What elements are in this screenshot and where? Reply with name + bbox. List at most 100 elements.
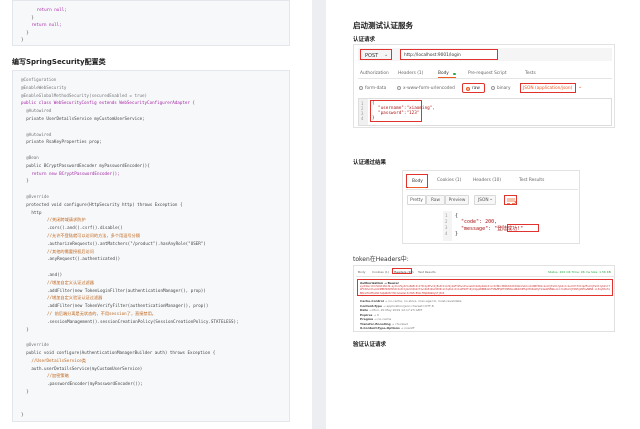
active-tab-underline [438, 77, 456, 79]
tab-headers[interactable]: Headers (1) [398, 71, 423, 76]
code-line: //加密策略 [47, 373, 69, 379]
authorization-header-highlight: Authorization → Bearer eyJhbGciOiJSUzI1N… [357, 279, 613, 296]
result-heading: 认证通过结果 [353, 160, 387, 166]
radio-urlencoded[interactable] [397, 86, 401, 90]
content-type-select[interactable]: JSON (application/json) [520, 83, 576, 93]
chevron-down-icon: ⌄ [578, 84, 583, 90]
radio-binary[interactable] [491, 86, 495, 90]
code-line: } [31, 14, 34, 20]
section-heading: 编写SpringSecurity配置类 [12, 58, 106, 66]
code-line: @Configuration [21, 77, 57, 82]
code-line: public BCryptPasswordEncoder myPasswordE… [26, 162, 150, 168]
code-line: //关闭跨域请求防护 [47, 217, 86, 223]
code-line: .and() [47, 272, 63, 277]
radio-raw[interactable] [466, 86, 470, 91]
method-label: POST [365, 52, 379, 59]
tab-pre-request-script[interactable]: Pre-request Script [468, 71, 507, 76]
line-number: 4 [361, 116, 364, 121]
pretty-button[interactable]: Pretty [407, 195, 426, 205]
label-raw: raw [472, 86, 480, 91]
header-row: Pragma → no-cache [360, 317, 392, 321]
token-caption: token在Headers中: [353, 256, 409, 263]
tab-headers[interactable]: Headers (10) [473, 178, 501, 183]
tab-cookies[interactable]: Cookies (1) [437, 178, 461, 183]
response-headers-panel: Body Cookies (1) Headers (10) Test Resul… [353, 265, 615, 332]
code-line: } [455, 231, 459, 237]
code-line: protected void configure(HttpSecurity ht… [26, 201, 183, 207]
code-line: auth.userDetailsService(myCustomUserServ… [31, 365, 143, 371]
code-line: .cors().and().csrf().disable() [47, 225, 123, 231]
code-line: } [26, 326, 29, 332]
code-line: return null; [31, 22, 62, 27]
headers-tab-divider [356, 276, 614, 277]
request-panel: POST ⌄ http://localhost:9001/login Autho… [353, 44, 615, 128]
code-line: { [455, 213, 459, 219]
code-line: //增加自定义验证认证过滤器 [47, 295, 103, 301]
code-line: @Autowired [26, 108, 52, 114]
request-tab-divider [358, 78, 612, 79]
code-line: .authorizeRequests().antMatchers("/produ… [47, 240, 206, 246]
code-line: @Override [26, 342, 49, 348]
raw-button[interactable]: Raw [426, 195, 445, 205]
code-line: //增加自定义认证过滤器 [47, 279, 94, 285]
code-line: .anyRequest().authenticated() [47, 256, 121, 262]
url-input[interactable]: http://localhost:9001/login [400, 49, 498, 60]
line-gutter: 1 2 3 4 [359, 99, 368, 125]
raw-option-highlight[interactable]: raw [462, 83, 485, 93]
token-value: eyJhbGciOiJSUzI1NiJ9.eyJ1c2VyX2luZm8iOiJ… [360, 285, 610, 295]
code-line: @Autowired [26, 131, 52, 137]
preview-button[interactable]: Preview [445, 195, 469, 205]
tab-body[interactable]: Body [438, 71, 449, 76]
line-number: 1 [445, 213, 448, 218]
code-line: } [372, 116, 375, 121]
url-text: http://localhost:9001/login [404, 53, 461, 58]
line-number: 4 [445, 231, 448, 236]
code-line: // 前后端分离是无状态的，不用session了，直接禁用。 [47, 311, 156, 316]
chevron-down-icon: ⌄ [384, 52, 389, 58]
tab-authorization[interactable]: Authorization [360, 71, 389, 76]
method-select[interactable]: POST ⌄ [360, 49, 392, 60]
code-line: //允许不登陆就可以访问的方法，多个用逗号分隔 [47, 233, 140, 238]
content-type-label: JSON (application/json) [523, 86, 573, 91]
code-line: @Override [26, 194, 49, 199]
code-line: //UserDetailsService类 [31, 357, 86, 363]
tab-label: Body [412, 179, 423, 184]
tab-test-results[interactable]: Test Results [519, 178, 544, 183]
code-line: //其他的需要授权后访问 [47, 248, 94, 254]
response-tab-divider [406, 189, 578, 190]
status-line: Status: 200 OK Time: 96 ms Size: 1.56 KB [548, 270, 611, 274]
header-row: Content-Type → application/json;charset=… [360, 303, 434, 308]
tab-headers: Headers (10) [394, 270, 414, 274]
code-line: .passwordEncoder(myPasswordEncoder()); [47, 381, 143, 387]
tab-body[interactable]: Body [358, 270, 366, 274]
code-line: @Bean [26, 155, 39, 160]
line-number: 2 [445, 219, 448, 224]
request-heading: 认证请求 [353, 37, 376, 43]
tab-headers-highlight[interactable]: Headers (10) [392, 268, 414, 274]
code-line: "password":"123" [378, 111, 420, 116]
code-line: } [26, 389, 29, 394]
response-tab-body[interactable]: Body [406, 174, 428, 188]
code-block-main: @Configuration @EnableWebSecurity @EnableG… [12, 70, 290, 422]
wrap-lines-button[interactable] [504, 195, 517, 205]
radio-form-data[interactable] [359, 86, 363, 90]
code-line: private UserDetailsService myCustomUserS… [26, 116, 145, 121]
line-number: 3 [445, 225, 448, 230]
code-line: return new BCryptPasswordEncoder(); [31, 170, 120, 176]
label-form-data: form-data [365, 85, 387, 91]
page-gutter [312, 0, 326, 429]
code-block-top: return null;} return null;}} [12, 0, 290, 46]
code-line: { [372, 101, 375, 106]
response-body-viewer: 1 2 3 4 { "code": 200, "message": "登陆成功!… [443, 211, 577, 241]
code-line: .sessionManagement().sessionCreationPoli… [47, 318, 239, 324]
request-body-editor[interactable]: 1 2 3 4 { "username":"xiaoming", "passwo… [358, 98, 612, 126]
code-line: @EnableWebSecurity [21, 84, 67, 90]
tab-tests[interactable]: Tests [525, 71, 536, 76]
tab-test-results[interactable]: Test Results [418, 270, 436, 274]
tab-cookies[interactable]: Cookies (1) [372, 270, 389, 274]
body-status-dot [453, 72, 456, 75]
code-line: } [26, 29, 29, 35]
code-line: public void configure(AuthenticationMana… [26, 350, 216, 355]
active-tab-underline [408, 187, 426, 189]
header-row: Cache-Control → no-cache, no-store, max-… [360, 299, 462, 303]
